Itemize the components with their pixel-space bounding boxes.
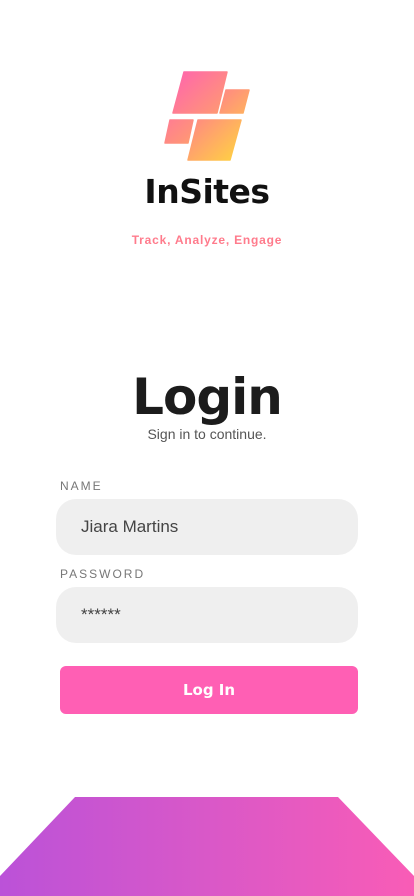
password-label: PASSWORD xyxy=(60,567,146,581)
page-title: Login xyxy=(132,368,283,426)
brand-name: InSites xyxy=(144,172,270,211)
name-input[interactable] xyxy=(56,499,358,555)
password-input[interactable] xyxy=(56,587,358,643)
brand-tagline: Track, Analyze, Engage xyxy=(131,233,283,247)
insites-logo-icon xyxy=(164,71,250,161)
name-label: NAME xyxy=(60,479,103,493)
login-button[interactable]: Log In xyxy=(60,666,358,714)
page-subtitle: Sign in to continue. xyxy=(147,426,267,442)
